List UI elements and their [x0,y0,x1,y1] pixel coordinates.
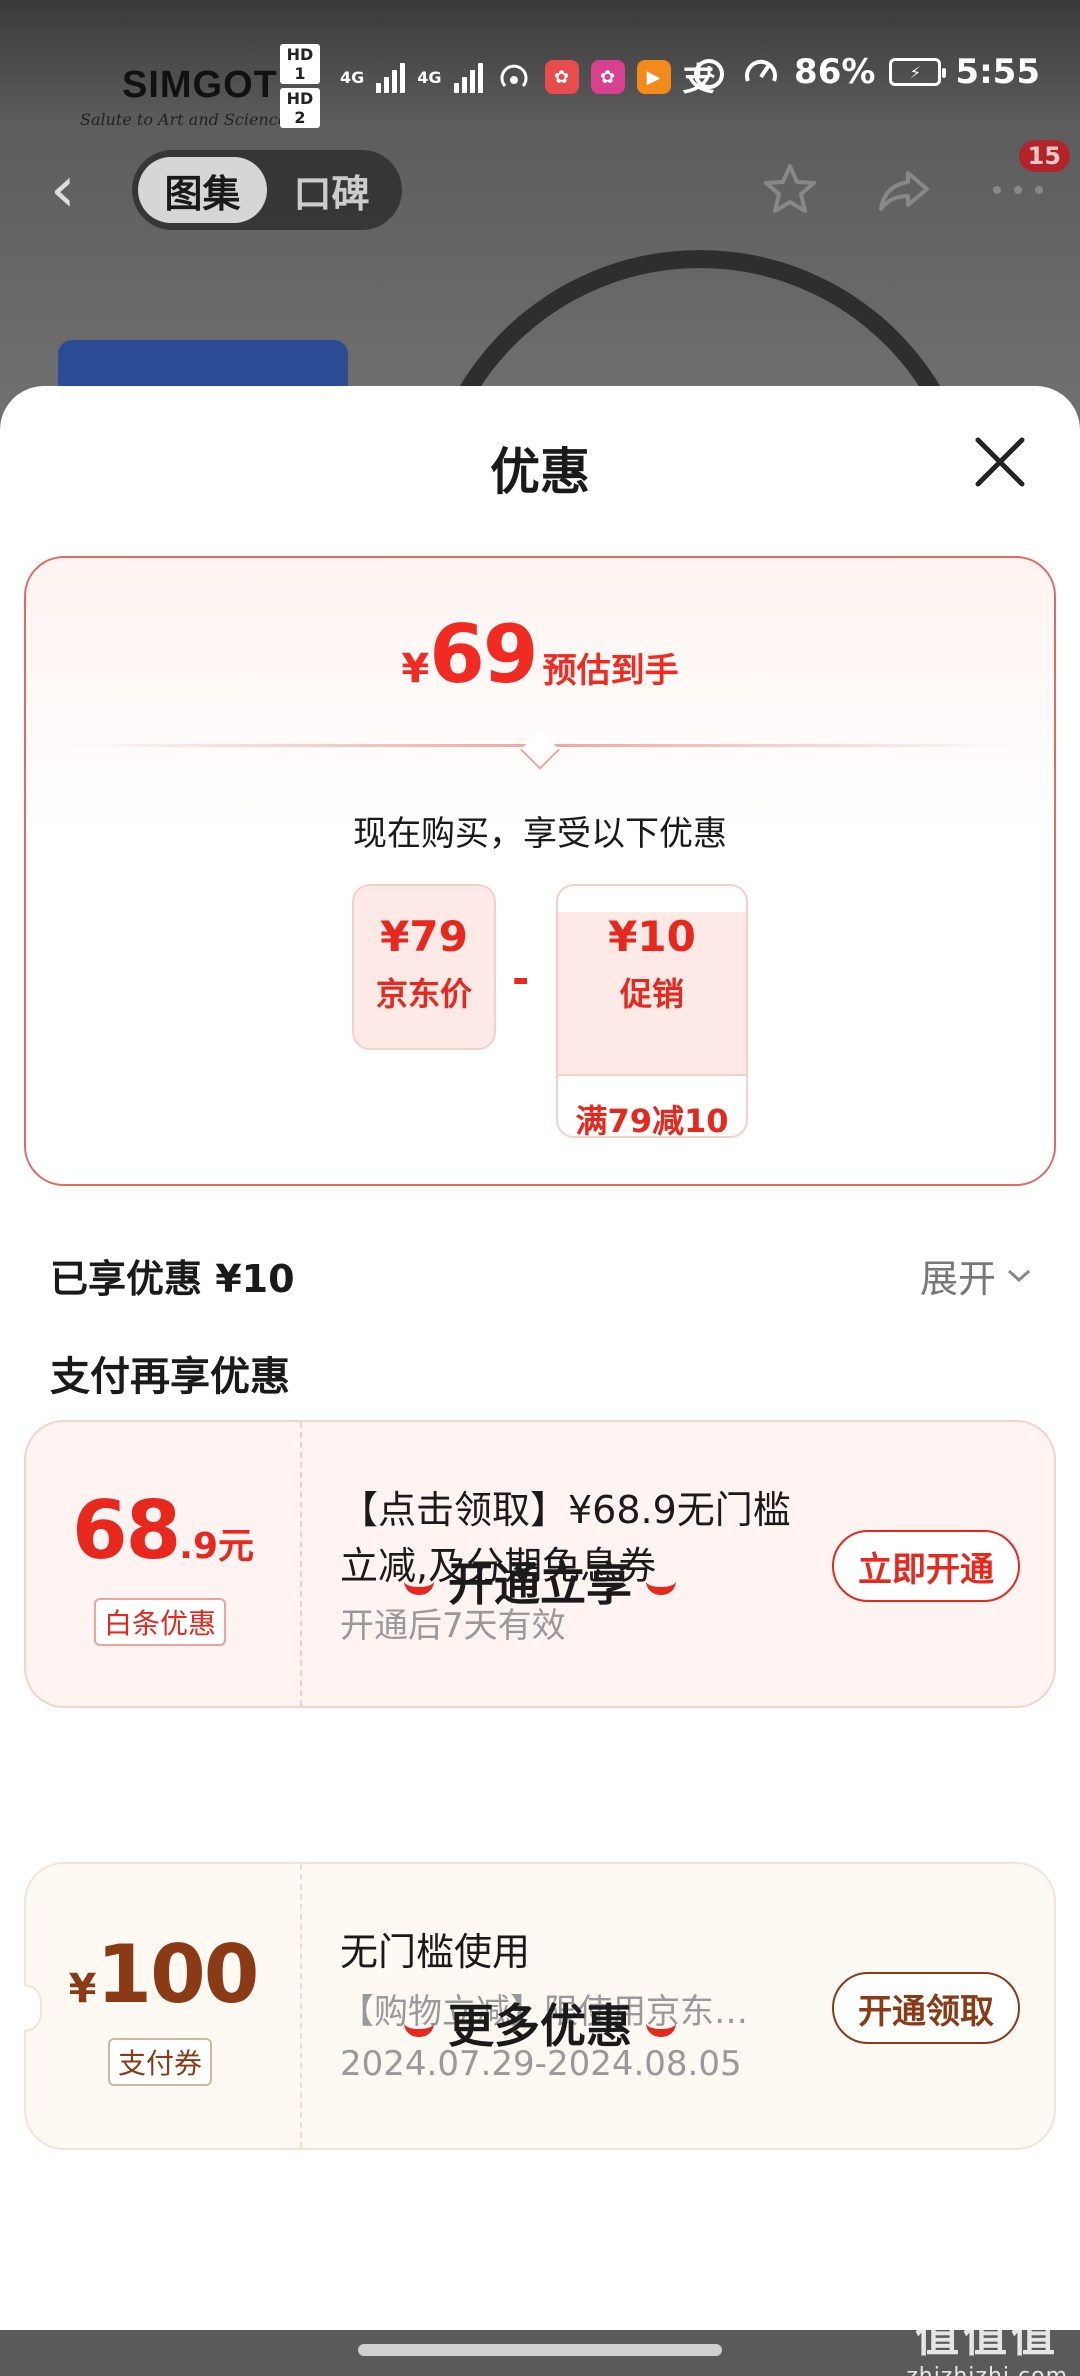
alarm-icon [694,59,725,89]
brand-slogan: Salute to Art and Science [80,110,288,129]
tab-gallery[interactable]: 图集 [138,157,267,223]
smile-decor-icon [404,2023,434,2037]
divider-notch [520,730,560,770]
section-open-enjoy: 开通立享 [0,1548,1080,1614]
network-type-2: 4G [417,67,442,87]
status-right: 86% ⚡ 5:55 [690,52,1040,92]
hd-badges: HD 1 HD 2 [280,44,320,132]
smile-decor-icon [646,1581,676,1595]
coupon-title: 无门槛使用 [340,1930,531,1974]
estimated-label: 预估到手 [542,651,679,691]
video-app-icon: ▶ [636,60,671,94]
signal-icon-2 [453,61,483,93]
promo-value: ¥10 [608,912,696,961]
tab-reviews[interactable]: 口碑 [267,157,396,223]
notification-badge: 15 [1018,140,1070,172]
promo-box-top: ¥10 促销 [558,912,746,1076]
expand-button[interactable]: 展开 [920,1248,1032,1303]
watermark-url: zhizhizhi.com [906,2364,1068,2376]
jd-price-value: ¥79 [380,912,468,961]
estimated-price-row: ¥69 预估到手 [26,608,1054,701]
sheet-title: 优惠 [490,443,590,501]
promo-label: 促销 [619,975,684,1013]
network-type-1: 4G [340,67,365,87]
enjoyed-discount: 已享优惠 ¥10 [50,1257,295,1301]
status-bar: SIMGOT Salute to Art and Science HD 1 HD… [0,0,1080,140]
hotspot-icon [500,64,528,87]
signal-icon [376,61,406,93]
nav-actions: 15 [758,140,1070,222]
buy-now-text: 现在购买，享受以下优惠 [353,814,727,854]
favorite-star-icon[interactable] [758,158,822,222]
currency-symbol: ¥ [401,646,430,692]
app-notification-icon: ✿ [544,60,579,94]
jd-price-box: ¥79 京东价 [352,884,496,1050]
hd1-badge: HD 1 [280,44,320,84]
more-icon[interactable]: 15 [986,140,1070,222]
section-more-label: 更多优惠 [448,1999,632,2053]
status-icons: 4G 4G ✿ ✿ ▶ 支 [340,54,715,100]
hd2-badge: HD 2 [280,88,320,128]
battery-percent: 86% [794,52,876,92]
price-summary-card: ¥69 预估到手 现在购买，享受以下优惠 ¥79 京东价 - ¥10 促销 满79… [24,556,1056,1186]
speed-icon [745,59,778,82]
watermark: 值值值 zhizhizhi.com [906,2300,1068,2376]
clock-time: 5:55 [955,52,1040,92]
chevron-down-icon [1007,1269,1031,1282]
expand-label: 展开 [919,1257,996,1301]
pay-more-title: 支付再享优惠 [50,1354,290,1400]
smile-decor-icon [404,1581,434,1595]
gesture-bar[interactable] [358,2344,722,2356]
battery-icon: ⚡ [889,58,947,86]
jd-price-label: 京东价 [375,975,472,1013]
back-icon[interactable]: ‹ [50,158,110,222]
watermark-logo: 值值值 [915,2311,1060,2362]
promo-box: ¥10 促销 满79减10 [556,884,748,1138]
product-nav-bar: ‹ 图集 口碑 15 [0,140,1080,260]
smile-decor-icon [646,2023,676,2037]
estimated-price: 69 [429,608,538,701]
promo-condition: 满79减10 [575,1102,729,1138]
nav-tabs: 图集 口碑 [132,150,402,230]
app-notification-icon-2: ✿ [590,60,625,94]
close-icon[interactable] [970,432,1030,492]
promotion-sheet: 优惠 ¥69 预估到手 现在购买，享受以下优惠 ¥79 京东价 - ¥10 促销 … [0,386,1080,2376]
brand-name: SIMGOT [122,64,278,106]
minus-sign: - [512,954,530,1003]
section-more-discounts: 更多优惠 [0,1990,1080,2056]
background-product-page: SIMGOT Salute to Art and Science HD 1 HD… [0,0,1080,420]
section-open-enjoy-label: 开通立享 [448,1557,632,1611]
share-icon[interactable] [872,158,936,222]
